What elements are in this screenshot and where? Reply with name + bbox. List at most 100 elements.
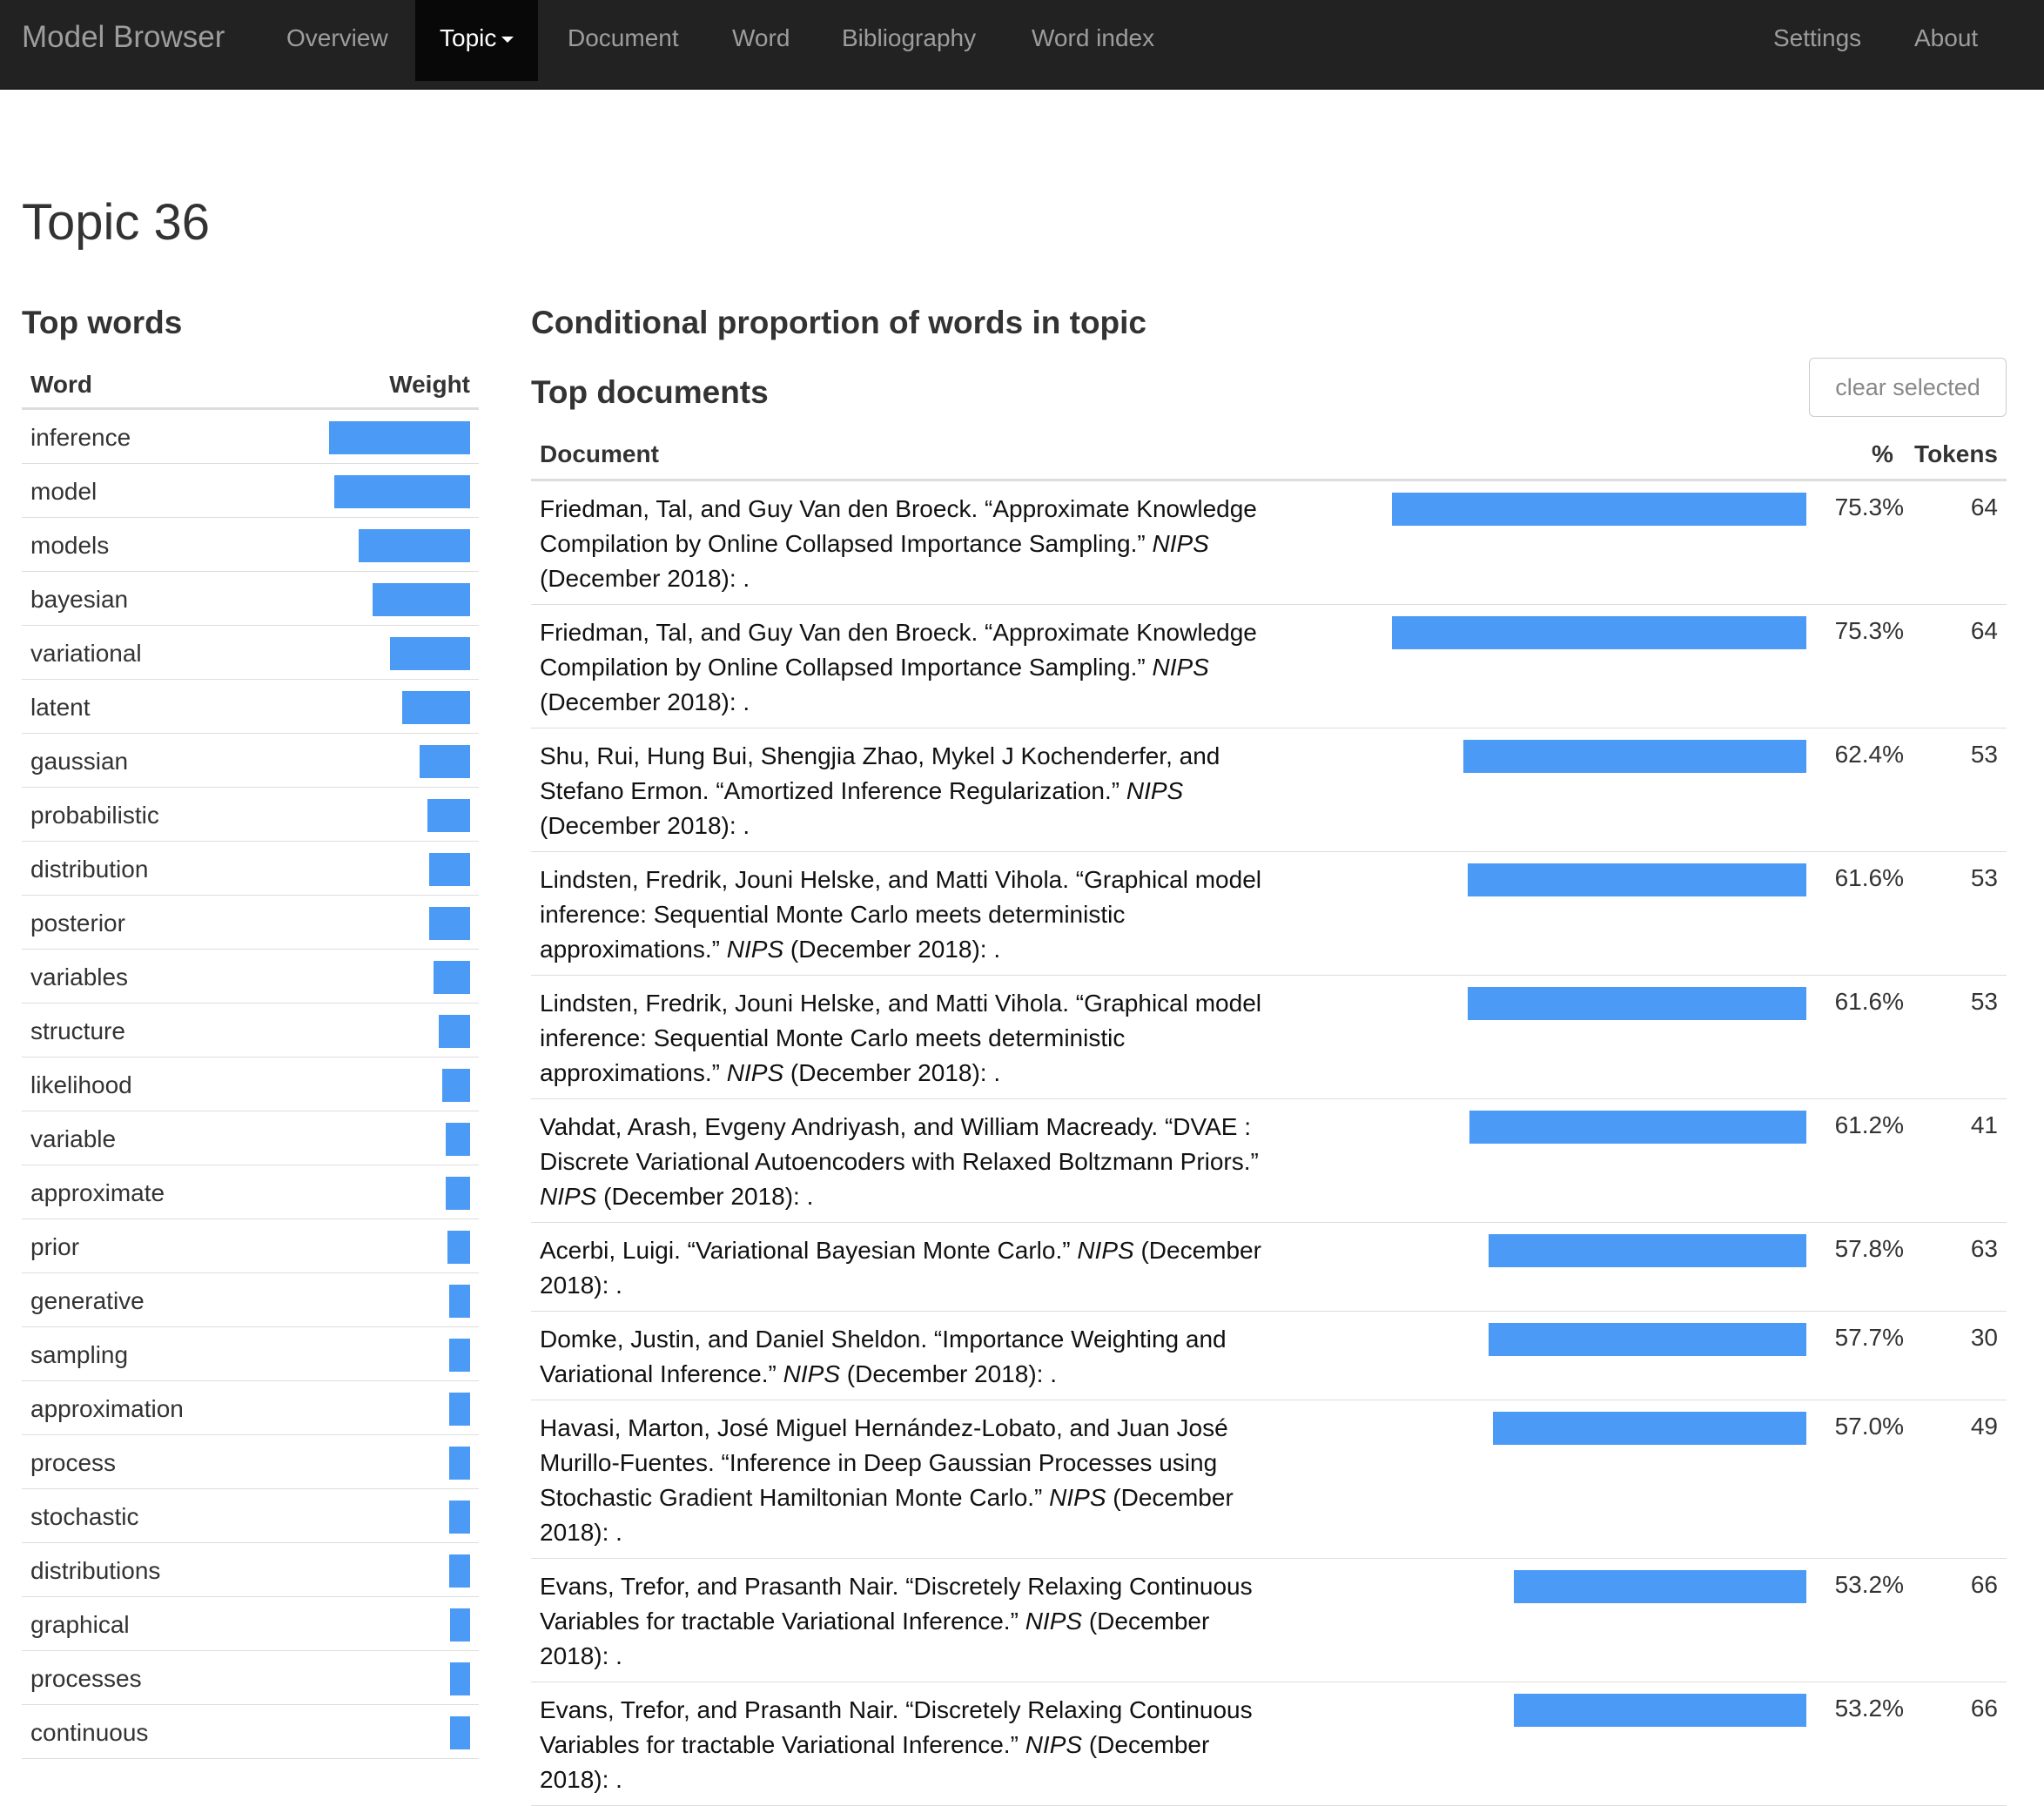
word-label[interactable]: distribution xyxy=(30,856,148,883)
document-citation[interactable]: Lindsten, Fredrik, Jouni Helske, and Mat… xyxy=(540,986,1271,1091)
nav-document[interactable]: Document xyxy=(568,0,679,81)
citation-text: Shu, Rui, Hung Bui, Shengjia Zhao, Mykel… xyxy=(540,742,1220,804)
word-label[interactable]: approximate xyxy=(30,1179,165,1207)
word-row[interactable]: sampling xyxy=(22,1327,479,1381)
word-label[interactable]: variational xyxy=(30,640,142,668)
column-header-weight[interactable]: Weight xyxy=(389,371,470,399)
word-label[interactable]: process xyxy=(30,1449,116,1477)
document-row[interactable]: Havasi, Marton, José Miguel Hernández-Lo… xyxy=(531,1400,2007,1559)
word-label[interactable]: distributions xyxy=(30,1557,160,1585)
document-citation[interactable]: Havasi, Marton, José Miguel Hernández-Lo… xyxy=(540,1411,1271,1550)
word-row[interactable]: latent xyxy=(22,680,479,734)
word-row[interactable]: model xyxy=(22,464,479,518)
column-header-document[interactable]: Document xyxy=(540,440,659,468)
word-row[interactable]: bayesian xyxy=(22,572,479,626)
word-row[interactable]: generative xyxy=(22,1273,479,1327)
document-percent: 57.0% xyxy=(1834,1413,1904,1440)
column-header-word[interactable]: Word xyxy=(30,371,92,399)
word-row[interactable]: structure xyxy=(22,1004,479,1057)
nav-word[interactable]: Word xyxy=(732,0,790,81)
document-row[interactable]: Friedman, Tal, and Guy Van den Broeck. “… xyxy=(531,605,2007,728)
nav-word-index[interactable]: Word index xyxy=(1032,0,1154,81)
document-row[interactable]: Friedman, Tal, and Guy Van den Broeck. “… xyxy=(531,481,2007,605)
word-label[interactable]: continuous xyxy=(30,1719,148,1747)
word-row[interactable]: variational xyxy=(22,626,479,680)
word-row[interactable]: gaussian xyxy=(22,734,479,788)
document-citation[interactable]: Domke, Justin, and Daniel Sheldon. “Impo… xyxy=(540,1322,1271,1392)
word-row[interactable]: inference xyxy=(22,410,479,464)
word-row[interactable]: probabilistic xyxy=(22,788,479,842)
word-weight-bar xyxy=(450,1662,470,1695)
document-row[interactable]: Lindsten, Fredrik, Jouni Helske, and Mat… xyxy=(531,976,2007,1099)
word-label[interactable]: graphical xyxy=(30,1611,130,1639)
word-label[interactable]: approximation xyxy=(30,1395,184,1423)
document-citation[interactable]: Acerbi, Luigi. “Variational Bayesian Mon… xyxy=(540,1233,1271,1303)
nav-overview[interactable]: Overview xyxy=(286,0,388,81)
word-label[interactable]: gaussian xyxy=(30,748,128,775)
word-row[interactable]: variables xyxy=(22,950,479,1004)
word-row[interactable]: distribution xyxy=(22,842,479,896)
word-label[interactable]: variables xyxy=(30,963,128,991)
word-label[interactable]: inference xyxy=(30,424,131,452)
top-documents-table-header: Document % Tokens xyxy=(531,434,2007,481)
citation-journal: NIPS xyxy=(1025,1608,1083,1635)
document-proportion-bar xyxy=(1514,1694,1806,1727)
word-row[interactable]: stochastic xyxy=(22,1489,479,1543)
word-row[interactable]: prior xyxy=(22,1219,479,1273)
word-row[interactable]: variable xyxy=(22,1111,479,1165)
word-label[interactable]: stochastic xyxy=(30,1503,139,1531)
word-label[interactable]: bayesian xyxy=(30,586,128,614)
nav-topic-dropdown[interactable]: Topic xyxy=(415,0,539,81)
document-citation[interactable]: Evans, Trefor, and Prasanth Nair. “Discr… xyxy=(540,1569,1271,1674)
document-percent: 57.7% xyxy=(1834,1324,1904,1351)
word-label[interactable]: models xyxy=(30,532,109,560)
word-weight-bar xyxy=(429,907,470,940)
document-row[interactable]: Evans, Trefor, and Prasanth Nair. “Discr… xyxy=(531,1559,2007,1682)
word-label[interactable]: probabilistic xyxy=(30,802,159,829)
column-header-tokens[interactable]: Tokens xyxy=(1914,440,1998,468)
document-row[interactable]: Evans, Trefor, and Prasanth Nair. “Discr… xyxy=(531,1682,2007,1806)
word-row[interactable]: graphical xyxy=(22,1597,479,1651)
document-citation[interactable]: Evans, Trefor, and Prasanth Nair. “Discr… xyxy=(540,1693,1271,1797)
document-citation[interactable]: Lindsten, Fredrik, Jouni Helske, and Mat… xyxy=(540,863,1271,967)
word-row[interactable]: process xyxy=(22,1435,479,1489)
document-tokens: 66 xyxy=(1970,1695,1998,1722)
document-citation[interactable]: Friedman, Tal, and Guy Van den Broeck. “… xyxy=(540,615,1271,720)
word-label[interactable]: latent xyxy=(30,694,91,722)
document-row[interactable]: Shu, Rui, Hung Bui, Shengjia Zhao, Mykel… xyxy=(531,728,2007,852)
brand-link[interactable]: Model Browser xyxy=(22,20,225,55)
word-label[interactable]: posterior xyxy=(30,910,125,937)
word-row[interactable]: processes xyxy=(22,1651,479,1705)
word-row[interactable]: models xyxy=(22,518,479,572)
word-row[interactable]: posterior xyxy=(22,896,479,950)
word-row[interactable]: approximate xyxy=(22,1165,479,1219)
clear-selected-button[interactable]: clear selected xyxy=(1809,358,2007,417)
document-proportion-bar xyxy=(1468,987,1806,1020)
citation-journal: NIPS xyxy=(726,1059,784,1086)
word-row[interactable]: continuous xyxy=(22,1705,479,1759)
document-row[interactable]: Domke, Justin, and Daniel Sheldon. “Impo… xyxy=(531,1312,2007,1400)
word-row[interactable]: likelihood xyxy=(22,1057,479,1111)
word-label[interactable]: generative xyxy=(30,1287,145,1315)
column-header-percent[interactable]: % xyxy=(1872,440,1893,468)
document-row[interactable]: Acerbi, Luigi. “Variational Bayesian Mon… xyxy=(531,1223,2007,1312)
word-label[interactable]: prior xyxy=(30,1233,79,1261)
document-citation[interactable]: Friedman, Tal, and Guy Van den Broeck. “… xyxy=(540,492,1271,596)
document-percent: 61.6% xyxy=(1834,864,1904,891)
nav-settings[interactable]: Settings xyxy=(1773,0,1861,81)
nav-bibliography[interactable]: Bibliography xyxy=(842,0,976,81)
document-citation[interactable]: Shu, Rui, Hung Bui, Shengjia Zhao, Mykel… xyxy=(540,739,1271,843)
document-row[interactable]: Lindsten, Fredrik, Jouni Helske, and Mat… xyxy=(531,852,2007,976)
word-row[interactable]: approximation xyxy=(22,1381,479,1435)
document-citation[interactable]: Vahdat, Arash, Evgeny Andriyash, and Wil… xyxy=(540,1110,1271,1214)
word-label[interactable]: variable xyxy=(30,1125,116,1153)
word-label[interactable]: processes xyxy=(30,1665,142,1693)
nav-about[interactable]: About xyxy=(1914,0,1978,81)
word-label[interactable]: structure xyxy=(30,1017,125,1045)
word-label[interactable]: likelihood xyxy=(30,1071,132,1099)
word-row[interactable]: distributions xyxy=(22,1543,479,1597)
word-label[interactable]: model xyxy=(30,478,97,506)
document-row[interactable]: Vahdat, Arash, Evgeny Andriyash, and Wil… xyxy=(531,1099,2007,1223)
word-label[interactable]: sampling xyxy=(30,1341,128,1369)
word-weight-bar xyxy=(449,1554,470,1588)
